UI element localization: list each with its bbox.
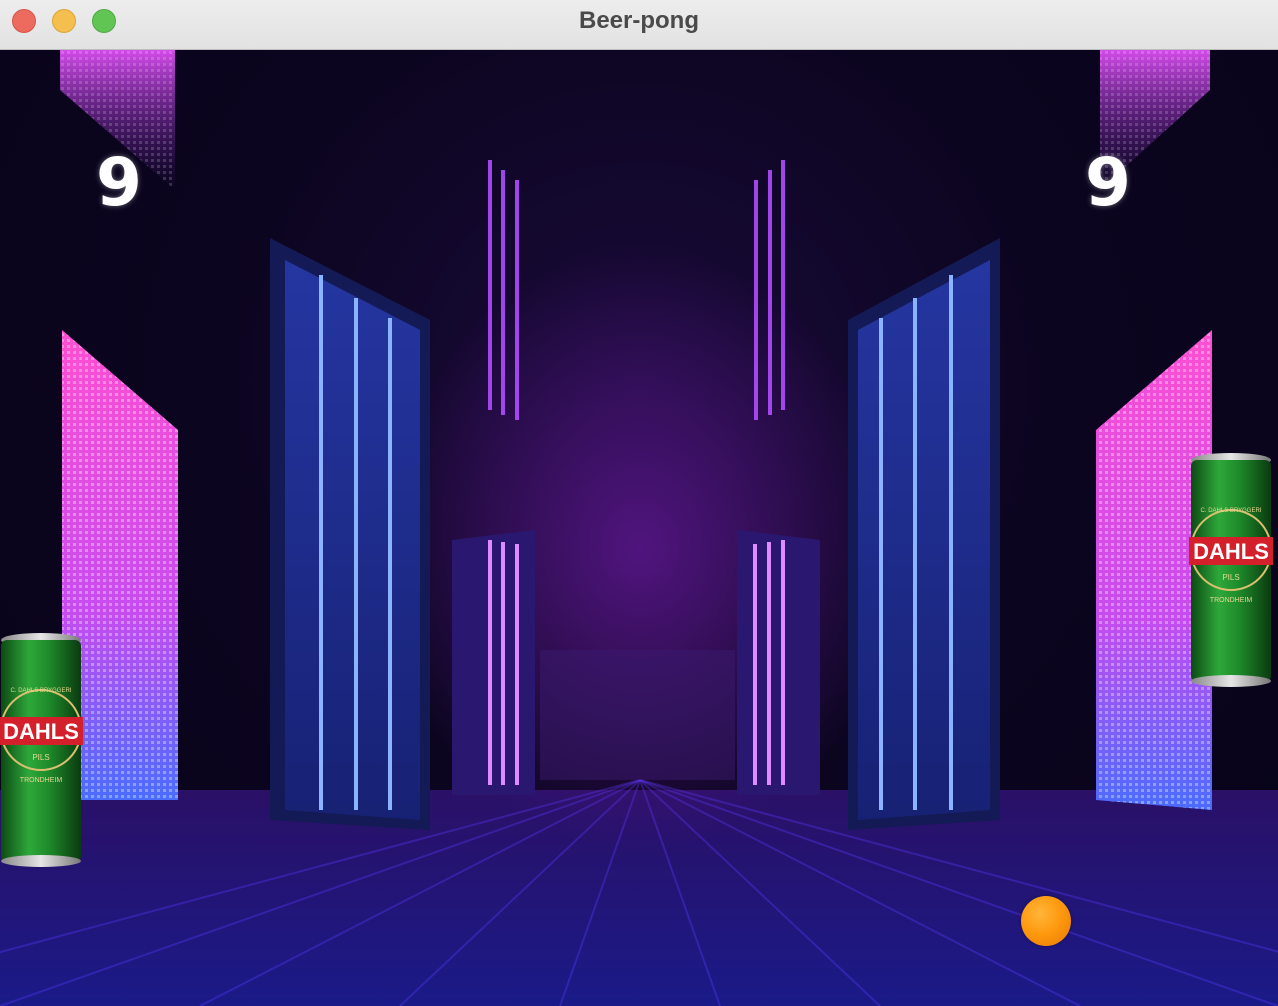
paddle-right-top: C. DAHLS BRYGGERI [1201, 508, 1262, 514]
app-window: Beer-pong 9 9 DAHLS PILS TRONDHEIM C. DA… [0, 0, 1278, 1006]
score-right: 9 [1085, 144, 1131, 221]
window-title: Beer-pong [579, 7, 699, 34]
paddle-right-sub: PILS [1222, 573, 1239, 582]
paddle-right-city: TRONDHEIM [1210, 597, 1253, 604]
score-left: 9 [96, 144, 142, 221]
paddle-left-city: TRONDHEIM [20, 777, 63, 784]
paddle-left-brand: DAHLS [3, 719, 79, 744]
paddle-left-sub: PILS [32, 753, 49, 762]
paddle-right-beer-can[interactable]: DAHLS PILS TRONDHEIM C. DAHLS BRYGGERI [1186, 452, 1276, 688]
title-bar: Beer-pong [0, 0, 1278, 50]
paddle-left-top: C. DAHLS BRYGGERI [11, 688, 72, 694]
game-canvas[interactable]: 9 9 DAHLS PILS TRONDHEIM C. DAHLS BRYGGE… [0, 50, 1278, 1006]
ball [1021, 896, 1071, 946]
paddle-right-brand: DAHLS [1193, 539, 1269, 564]
paddle-left-beer-can[interactable]: DAHLS PILS TRONDHEIM C. DAHLS BRYGGERI [0, 632, 86, 868]
